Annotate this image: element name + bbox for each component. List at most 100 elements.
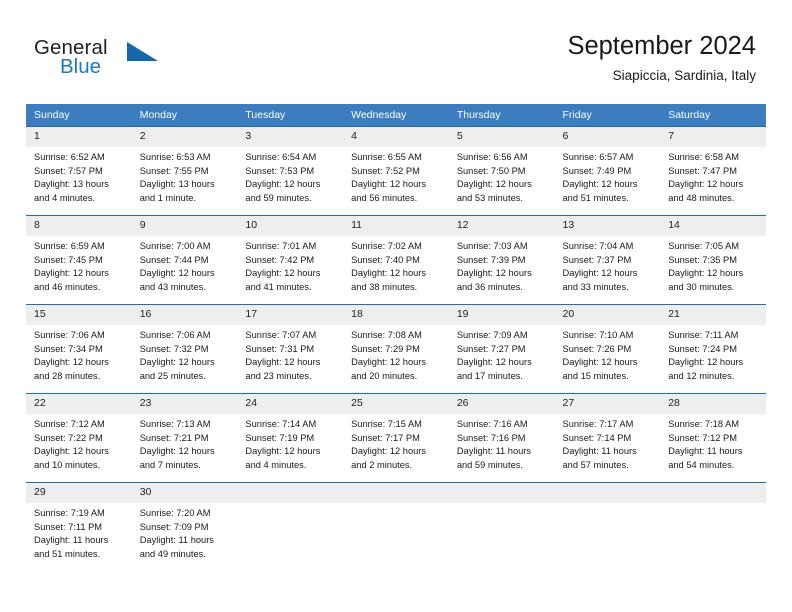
day-number: 25: [343, 394, 449, 414]
day-number: 19: [448, 305, 555, 325]
day-cell-empty: [554, 482, 661, 571]
day-cell[interactable]: 17 Sunrise: 7:07 AM Sunset: 7:31 PM Dayl…: [237, 304, 344, 394]
day-details: Sunrise: 7:07 AM Sunset: 7:31 PM Dayligh…: [237, 325, 343, 383]
sunset-text: Sunset: 7:52 PM: [351, 165, 420, 176]
sunset-text: Sunset: 7:29 PM: [351, 343, 420, 354]
day-cell[interactable]: 16 Sunrise: 7:06 AM Sunset: 7:32 PM Dayl…: [131, 304, 238, 394]
day-cell[interactable]: 25 Sunrise: 7:15 AM Sunset: 7:17 PM Dayl…: [343, 393, 449, 483]
day-number: 18: [343, 305, 449, 325]
daylight-line1: Daylight: 12 hours: [351, 446, 427, 457]
day-cell[interactable]: 9 Sunrise: 7:00 AM Sunset: 7:44 PM Dayli…: [131, 215, 238, 305]
day-cell-empty: [343, 482, 449, 571]
day-cell[interactable]: 18 Sunrise: 7:08 AM Sunset: 7:29 PM Dayl…: [343, 304, 449, 394]
sunrise-text: Sunrise: 7:05 AM: [668, 241, 740, 251]
day-number: 2: [131, 127, 238, 147]
day-cell[interactable]: 10 Sunrise: 7:01 AM Sunset: 7:42 PM Dayl…: [237, 215, 344, 305]
day-number: 13: [554, 216, 661, 236]
day-cell[interactable]: 24 Sunrise: 7:14 AM Sunset: 7:19 PM Dayl…: [237, 393, 344, 483]
day-cell[interactable]: 15 Sunrise: 7:06 AM Sunset: 7:34 PM Dayl…: [26, 304, 132, 394]
day-cell[interactable]: 19 Sunrise: 7:09 AM Sunset: 7:27 PM Dayl…: [448, 304, 555, 394]
weekday-header-sunday: Sunday: [26, 104, 132, 127]
day-cell[interactable]: 5 Sunrise: 6:56 AM Sunset: 7:50 PM Dayli…: [448, 126, 555, 216]
daylight-line1: Daylight: 11 hours: [34, 535, 109, 546]
day-cell[interactable]: 21 Sunrise: 7:11 AM Sunset: 7:24 PM Dayl…: [660, 304, 766, 394]
day-number: 4: [343, 127, 449, 147]
daylight-line2: and 49 minutes.: [139, 548, 206, 559]
day-cell[interactable]: 27 Sunrise: 7:17 AM Sunset: 7:14 PM Dayl…: [554, 393, 661, 483]
day-cell[interactable]: 20 Sunrise: 7:10 AM Sunset: 7:26 PM Dayl…: [554, 304, 661, 394]
sunrise-text: Sunrise: 7:04 AM: [562, 241, 634, 251]
day-cell[interactable]: 14 Sunrise: 7:05 AM Sunset: 7:35 PM Dayl…: [660, 215, 766, 305]
daylight-line2: and 2 minutes.: [351, 459, 413, 470]
day-details: Sunrise: 6:58 AM Sunset: 7:47 PM Dayligh…: [660, 147, 766, 205]
sunset-text: Sunset: 7:49 PM: [562, 165, 632, 176]
sunrise-text: Sunrise: 7:11 AM: [668, 330, 739, 340]
daylight-line1: Daylight: 13 hours: [34, 179, 109, 190]
daylight-line2: and 12 minutes.: [668, 370, 735, 381]
day-cell[interactable]: 26 Sunrise: 7:16 AM Sunset: 7:16 PM Dayl…: [448, 393, 555, 483]
day-cell[interactable]: 7 Sunrise: 6:58 AM Sunset: 7:47 PM Dayli…: [660, 126, 766, 216]
sunrise-text: Sunrise: 7:17 AM: [562, 419, 634, 429]
daylight-line1: Daylight: 12 hours: [562, 357, 638, 368]
day-details: Sunrise: 7:03 AM Sunset: 7:39 PM Dayligh…: [449, 236, 555, 294]
day-cell[interactable]: 4 Sunrise: 6:55 AM Sunset: 7:52 PM Dayli…: [343, 126, 449, 216]
week-row: 15 Sunrise: 7:06 AM Sunset: 7:34 PM Dayl…: [26, 304, 766, 394]
daylight-line1: Daylight: 12 hours: [562, 179, 638, 190]
day-details: Sunrise: 7:14 AM Sunset: 7:19 PM Dayligh…: [237, 414, 343, 472]
sunrise-text: Sunrise: 6:59 AM: [34, 241, 105, 251]
day-cell[interactable]: 11 Sunrise: 7:02 AM Sunset: 7:40 PM Dayl…: [343, 215, 449, 305]
sunset-text: Sunset: 7:12 PM: [668, 432, 737, 443]
page-title: September 2024: [567, 32, 756, 60]
day-number: 24: [237, 394, 344, 414]
day-cell[interactable]: 8 Sunrise: 6:59 AM Sunset: 7:45 PM Dayli…: [26, 215, 132, 305]
sunset-text: Sunset: 7:19 PM: [245, 432, 315, 443]
daylight-line1: Daylight: 12 hours: [34, 446, 109, 457]
weekday-header-thursday: Thursday: [448, 104, 555, 127]
sunset-text: Sunset: 7:31 PM: [245, 343, 315, 354]
day-number: 15: [26, 305, 132, 325]
day-cell[interactable]: 13 Sunrise: 7:04 AM Sunset: 7:37 PM Dayl…: [554, 215, 661, 305]
day-number: 28: [660, 394, 766, 414]
daylight-line2: and 43 minutes.: [139, 281, 206, 292]
day-cell[interactable]: 12 Sunrise: 7:03 AM Sunset: 7:39 PM Dayl…: [448, 215, 555, 305]
daylight-line2: and 46 minutes.: [34, 281, 101, 292]
daylight-line1: Daylight: 11 hours: [668, 446, 743, 457]
sunrise-text: Sunrise: 7:03 AM: [456, 241, 528, 251]
calendar-grid: Sunday Monday Tuesday Wednesday Thursday…: [26, 104, 766, 571]
day-details: Sunrise: 7:09 AM Sunset: 7:27 PM Dayligh…: [449, 325, 555, 383]
day-cell[interactable]: 23 Sunrise: 7:13 AM Sunset: 7:21 PM Dayl…: [131, 393, 238, 483]
day-details: [449, 503, 555, 507]
day-cell[interactable]: 6 Sunrise: 6:57 AM Sunset: 7:49 PM Dayli…: [554, 126, 661, 216]
day-cell[interactable]: 2 Sunrise: 6:53 AM Sunset: 7:55 PM Dayli…: [131, 126, 238, 216]
sunset-text: Sunset: 7:21 PM: [139, 432, 209, 443]
day-number: 26: [448, 394, 555, 414]
day-number: 5: [448, 127, 555, 147]
daylight-line2: and 41 minutes.: [245, 281, 312, 292]
sunrise-text: Sunrise: 7:16 AM: [456, 419, 528, 429]
day-details: Sunrise: 7:19 AM Sunset: 7:11 PM Dayligh…: [26, 503, 132, 561]
daylight-line1: Daylight: 12 hours: [351, 179, 427, 190]
day-cell[interactable]: 28 Sunrise: 7:18 AM Sunset: 7:12 PM Dayl…: [660, 393, 766, 483]
sunrise-text: Sunrise: 7:00 AM: [139, 241, 211, 251]
daylight-line1: Daylight: 12 hours: [351, 268, 427, 279]
day-details: Sunrise: 7:12 AM Sunset: 7:22 PM Dayligh…: [26, 414, 132, 472]
daylight-line2: and 38 minutes.: [351, 281, 418, 292]
day-cell[interactable]: 22 Sunrise: 7:12 AM Sunset: 7:22 PM Dayl…: [26, 393, 132, 483]
general-blue-logo[interactable]: General Blue: [34, 36, 164, 82]
daylight-line1: Daylight: 11 hours: [139, 535, 214, 546]
sunrise-text: Sunrise: 7:19 AM: [34, 508, 105, 518]
day-cell[interactable]: 1 Sunrise: 6:52 AM Sunset: 7:57 PM Dayli…: [26, 126, 132, 216]
day-number: 11: [343, 216, 449, 236]
sunset-text: Sunset: 7:11 PM: [34, 521, 103, 532]
sunrise-text: Sunrise: 7:07 AM: [245, 330, 317, 340]
sunrise-text: Sunrise: 7:01 AM: [245, 241, 317, 251]
daylight-line1: Daylight: 12 hours: [456, 357, 532, 368]
day-cell[interactable]: 29 Sunrise: 7:19 AM Sunset: 7:11 PM Dayl…: [26, 482, 132, 571]
sunrise-text: Sunrise: 7:06 AM: [34, 330, 105, 340]
sunset-text: Sunset: 7:14 PM: [562, 432, 632, 443]
day-number: 6: [554, 127, 661, 147]
daylight-line1: Daylight: 12 hours: [139, 268, 215, 279]
day-cell[interactable]: 3 Sunrise: 6:54 AM Sunset: 7:53 PM Dayli…: [237, 126, 344, 216]
day-cell[interactable]: 30 Sunrise: 7:20 AM Sunset: 7:09 PM Dayl…: [131, 482, 238, 571]
day-details: Sunrise: 6:57 AM Sunset: 7:49 PM Dayligh…: [555, 147, 661, 205]
